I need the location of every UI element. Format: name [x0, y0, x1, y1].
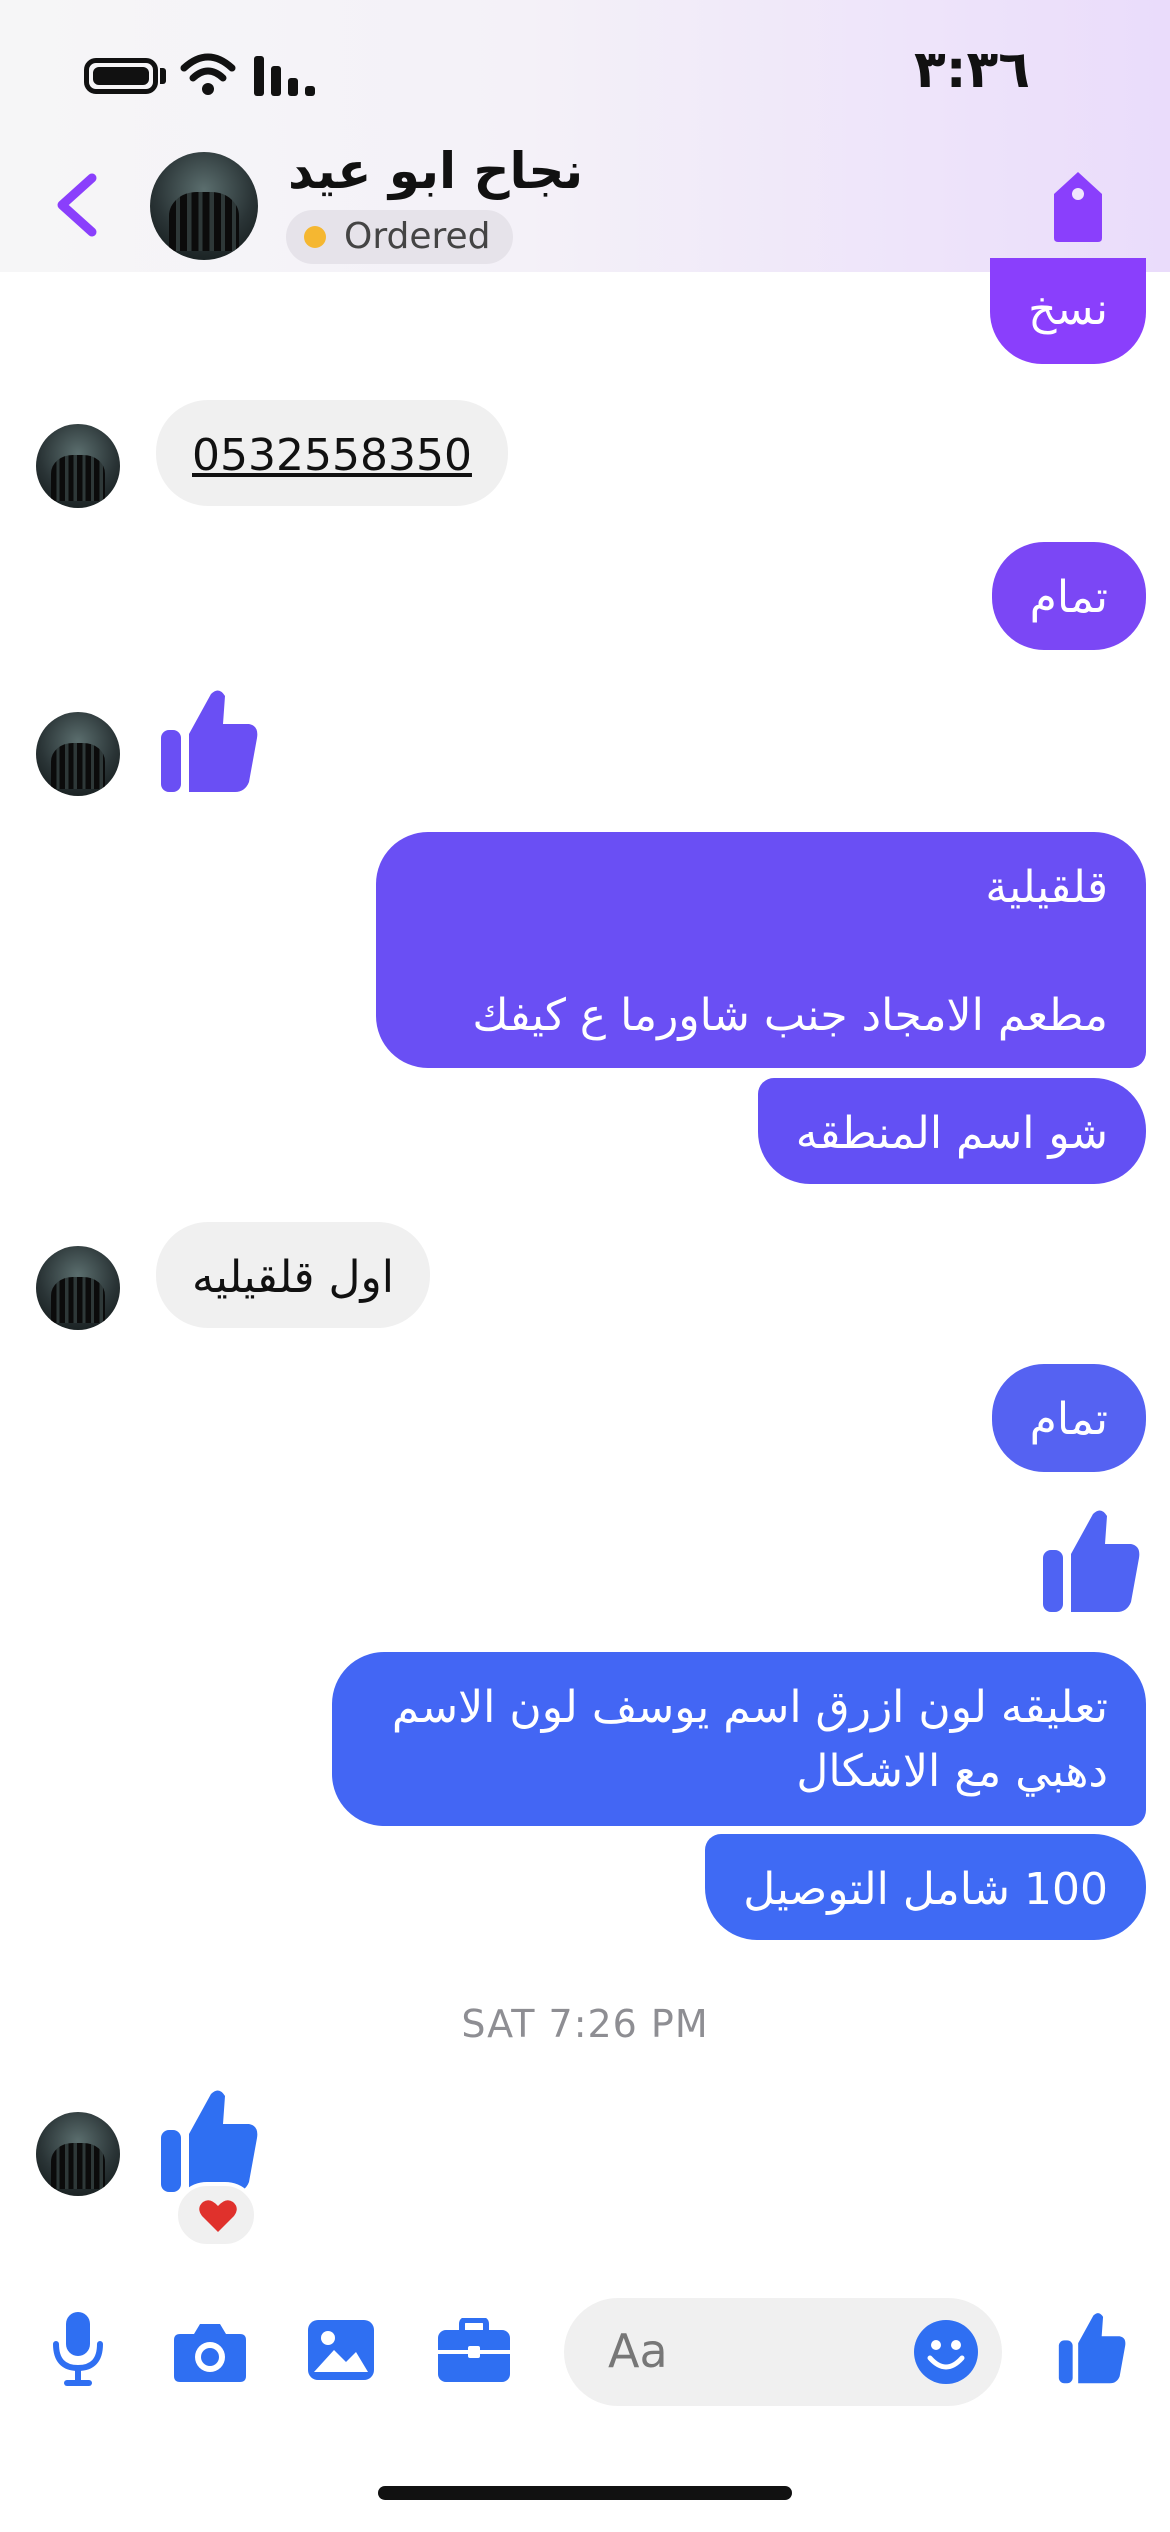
- wifi-icon: [180, 53, 236, 95]
- sender-avatar[interactable]: [36, 712, 120, 796]
- status-time: ٣:٣٦: [913, 40, 1030, 100]
- battery-icon: [84, 58, 158, 94]
- contact-name[interactable]: نجاح ابو عيد: [288, 142, 583, 200]
- battery-cap: [160, 68, 166, 84]
- sender-avatar[interactable]: [36, 424, 120, 508]
- phone-number-link[interactable]: 0532558350: [192, 430, 472, 481]
- message-text: 100 شامل التوصيل: [743, 1864, 1108, 1915]
- tag-icon[interactable]: [1048, 170, 1108, 244]
- camera-icon[interactable]: [172, 2320, 248, 2384]
- message-incoming[interactable]: 0532558350: [156, 400, 508, 506]
- signal-icon: [254, 56, 315, 96]
- message-outgoing[interactable]: نسخ: [990, 258, 1146, 364]
- message-text: شو اسم المنطقه: [795, 1108, 1108, 1159]
- message-outgoing[interactable]: قلقيلية مطعم الامجاد جنب شاورما ع كيفك: [376, 832, 1146, 1068]
- message-line: قلقيلية: [985, 862, 1108, 913]
- message-incoming[interactable]: اول قلقيليه: [156, 1222, 430, 1328]
- message-text: تمام: [1029, 572, 1108, 623]
- back-chevron-icon[interactable]: [40, 160, 110, 250]
- conversation-header: ٣:٣٦ نجاح ابو عيد Ordered: [0, 0, 1170, 272]
- message-outgoing[interactable]: 100 شامل التوصيل: [705, 1834, 1146, 1940]
- order-status-label: Ordered: [344, 216, 491, 257]
- thumbs-up-icon[interactable]: [156, 2086, 262, 2196]
- message-outgoing[interactable]: تمام: [991, 1364, 1146, 1472]
- sender-avatar[interactable]: [36, 2112, 120, 2196]
- order-status-badge[interactable]: Ordered: [286, 210, 513, 264]
- microphone-icon[interactable]: [50, 2310, 106, 2386]
- thumbs-up-icon[interactable]: [1038, 1506, 1144, 1616]
- emoji-icon[interactable]: [912, 2318, 980, 2386]
- contact-avatar[interactable]: [150, 152, 258, 260]
- message-text: نسخ: [1028, 284, 1108, 335]
- message-outgoing[interactable]: تعليقه لون ازرق اسم يوسف لون الاسم دهبي …: [332, 1652, 1146, 1826]
- heart-icon: [199, 2200, 237, 2232]
- message-input[interactable]: Aa: [564, 2298, 1002, 2406]
- home-indicator: [378, 2486, 792, 2500]
- message-outgoing[interactable]: تمام: [991, 542, 1146, 650]
- sender-avatar[interactable]: [36, 1246, 120, 1330]
- photo-gallery-icon[interactable]: [306, 2318, 376, 2382]
- message-text: اول قلقيليه: [192, 1252, 394, 1303]
- reaction-badge[interactable]: [174, 2182, 258, 2248]
- status-dot: [304, 226, 326, 248]
- message-line: مطعم الامجاد جنب شاورما ع كيفك: [472, 990, 1108, 1041]
- message-outgoing[interactable]: شو اسم المنطقه: [757, 1078, 1146, 1184]
- briefcase-icon[interactable]: [436, 2318, 512, 2384]
- date-separator: SAT 7:26 PM: [461, 2002, 709, 2046]
- send-thumbs-up-icon[interactable]: [1056, 2310, 1128, 2386]
- message-text: تمام: [1029, 1394, 1108, 1445]
- message-input-placeholder: Aa: [608, 2324, 668, 2378]
- message-text: تعليقه لون ازرق اسم يوسف لون الاسم دهبي …: [391, 1682, 1108, 1797]
- thumbs-up-icon[interactable]: [156, 686, 262, 796]
